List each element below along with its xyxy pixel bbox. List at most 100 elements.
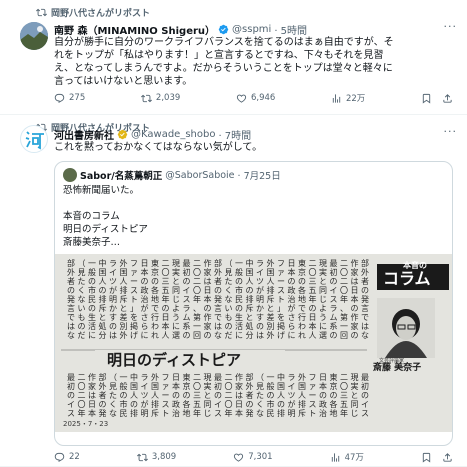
repost-button[interactable]: 2,039: [140, 93, 180, 104]
article-body-column: の: [172, 391, 180, 400]
article-body-column: 発: [67, 295, 75, 304]
article-headline: 明日のディストピア: [107, 351, 241, 369]
like-count: 7,301: [248, 452, 273, 462]
article-body-column: 本: [204, 294, 212, 304]
article-body-column: ァ: [277, 268, 285, 277]
article-body-column: 初: [67, 381, 75, 391]
article-body-column: イ: [330, 286, 338, 295]
avatar[interactable]: [20, 22, 48, 50]
article-body-column: 斥: [99, 303, 107, 313]
article-body-column: 実: [204, 381, 212, 391]
tweet-text-line: れをトップが「私はやります！」と宣言するとですね、下々もそれを見習: [54, 50, 384, 61]
author-name[interactable]: 河出書房新社: [54, 127, 114, 142]
article-body-column: 年: [162, 294, 170, 304]
reply-button[interactable]: 22: [54, 452, 80, 463]
bookmark-icon[interactable]: [421, 452, 432, 463]
article-body-column: 日: [172, 373, 180, 382]
article-body-column: イ: [361, 400, 369, 409]
article-body-column: ス: [130, 286, 138, 295]
article-body-column: が: [288, 399, 296, 409]
article-body-column: の: [109, 322, 117, 331]
article-body-column: 年: [78, 408, 86, 418]
quoted-text-line: 斎藤美奈子…: [63, 237, 121, 248]
author-portrait: [377, 298, 435, 358]
article-body-column: （: [225, 259, 233, 268]
article-body-column: 五: [309, 286, 317, 295]
article-body-column: 実: [172, 267, 180, 277]
article-body-column: の: [277, 400, 285, 409]
article-body-column: 国: [277, 382, 285, 391]
article-body-column: イ: [183, 286, 191, 295]
article-body-column: イ: [67, 400, 75, 409]
article-body-column: 地: [298, 294, 306, 304]
tweet-card[interactable]: 岡野八代さんがリポスト 河出書房新社 @Kawade_shobo · 7時間 ·…: [0, 115, 467, 467]
article-body-column: 排: [298, 399, 306, 409]
article-body-column: 見: [78, 268, 86, 277]
article-body-column: 日: [204, 286, 212, 295]
more-options-icon[interactable]: ···: [444, 125, 458, 138]
article-body-column: く: [225, 286, 233, 295]
article-body-column: で: [151, 304, 159, 313]
tweet-card[interactable]: 岡野八代さんがリポスト 南野 森（MINAMINO Shigeru） @sspm…: [0, 0, 467, 115]
share-icon[interactable]: [442, 93, 453, 104]
article-body-column: 発: [361, 295, 369, 304]
author-name[interactable]: 南野 森（MINAMINO Shigeru）: [54, 22, 215, 37]
author-handle[interactable]: @sspmi: [232, 24, 271, 35]
article-body-column: の: [361, 391, 369, 400]
like-button[interactable]: 7,301: [233, 452, 273, 463]
quoted-tweet[interactable]: Sabor/名蒸蔦朝正 @SaborSaboie · 7月25日 恐怖新聞届いた…: [54, 161, 453, 446]
reply-button[interactable]: 275: [54, 93, 85, 104]
tweet-text: 自分が勝手に自分のワークライフバランスを捨てるのはまぁ自由ですが、そ れをトップ…: [54, 36, 455, 88]
article-body-column: 言: [67, 303, 75, 313]
article-body-column: の: [183, 277, 191, 286]
article-body-column: 本: [88, 408, 96, 418]
article-body-column: 初: [183, 267, 191, 277]
article-body-column: 二: [78, 373, 86, 382]
article-body-column: 治: [288, 294, 296, 304]
avatar: [63, 168, 77, 182]
more-options-icon[interactable]: ···: [444, 20, 458, 33]
article-body-column: 外: [214, 267, 222, 277]
article-body-column: の: [351, 304, 359, 313]
article-body-column: と: [204, 391, 212, 400]
author-handle[interactable]: @Kawade_shobo: [131, 129, 215, 140]
article-body-column: 作: [204, 258, 212, 268]
share-icon[interactable]: [442, 452, 453, 463]
article-body-column: 者: [99, 391, 107, 400]
article-body-column: 年: [193, 294, 201, 304]
article-body-column: 明: [109, 295, 117, 304]
like-button[interactable]: 6,946: [236, 93, 275, 104]
article-body-column: ス: [277, 286, 285, 295]
article-body-column: げ: [130, 331, 138, 340]
newspaper-clipping-image[interactable]: 部外者の発言ではな作家は日本の作家の二〇二〇年、第一回最初のイスラム系の現実と同…: [55, 254, 452, 432]
article-body-column: 各: [298, 285, 306, 295]
bookmark-icon[interactable]: [421, 93, 432, 104]
views-button[interactable]: 47万: [330, 451, 364, 463]
article-body-column: は: [351, 277, 359, 286]
article-body-column: の: [288, 277, 296, 286]
article-body-column: 外: [120, 330, 128, 340]
article-body-column: 者: [246, 391, 254, 400]
tweet-time[interactable]: · 7時間: [218, 127, 251, 142]
repost-button[interactable]: 3,809: [136, 452, 176, 463]
article-body-column: だ: [78, 331, 86, 340]
article-body-column: （: [256, 373, 264, 382]
article-body-column: の: [99, 286, 107, 295]
article-body-column: 日: [141, 259, 149, 268]
repost-icon: [140, 94, 152, 102]
avatar[interactable]: [20, 125, 48, 153]
article-body-column: の: [162, 304, 170, 313]
article-body-column: 活: [235, 321, 243, 331]
views-button[interactable]: 22万: [331, 92, 365, 104]
article-body-column: の: [351, 331, 359, 340]
article-body-column: と: [267, 304, 275, 313]
article-body-column: が: [141, 303, 149, 313]
article-body-column: 東: [183, 372, 191, 382]
article-body-column: 作: [351, 258, 359, 268]
article-body-column: 本: [162, 321, 170, 331]
article-body-column: の: [183, 331, 191, 340]
article-body-column: の: [88, 277, 96, 286]
article-body-column: 三: [340, 391, 348, 400]
article-body-column: 本: [351, 294, 359, 304]
tweet-time[interactable]: · 5時間: [274, 22, 307, 37]
